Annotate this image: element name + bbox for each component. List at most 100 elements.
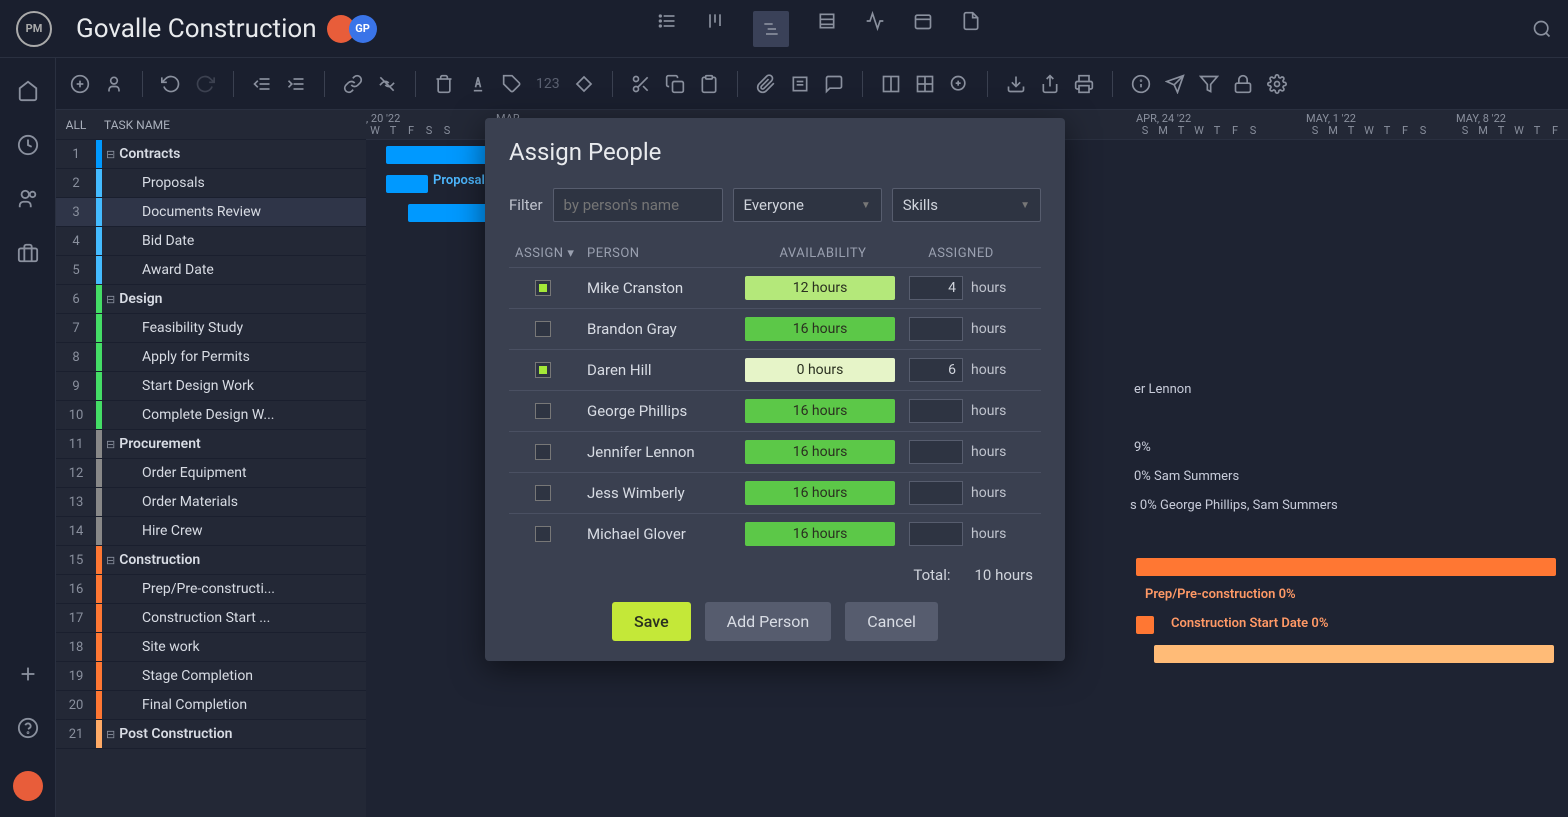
columns-icon[interactable] <box>881 74 901 94</box>
task-row[interactable]: 5 Award Date <box>56 256 366 285</box>
assign-checkbox[interactable] <box>535 321 551 337</box>
add-circle-icon[interactable] <box>70 74 90 94</box>
avatar-stack[interactable]: GP <box>333 15 377 43</box>
gantt-bar[interactable] <box>386 175 428 193</box>
hours-input[interactable] <box>909 481 963 505</box>
col-all[interactable]: ALL <box>56 118 96 132</box>
print-icon[interactable] <box>1074 74 1094 94</box>
filter-skills-select[interactable]: Skills▼ <box>892 188 1041 222</box>
attachment-icon[interactable] <box>756 74 776 94</box>
comment-icon[interactable] <box>824 74 844 94</box>
assign-checkbox[interactable] <box>535 280 551 296</box>
hours-input[interactable] <box>909 358 963 382</box>
assign-checkbox[interactable] <box>535 362 551 378</box>
link-icon[interactable] <box>343 74 363 94</box>
outdent-icon[interactable] <box>252 74 272 94</box>
assign-checkbox[interactable] <box>535 526 551 542</box>
diamond-icon[interactable] <box>574 74 594 94</box>
team-icon[interactable] <box>17 188 39 210</box>
col-task[interactable]: TASK NAME <box>96 118 170 132</box>
expand-icon[interactable]: ⊟ <box>106 438 115 451</box>
expand-icon[interactable]: ⊟ <box>106 728 115 741</box>
indent-icon[interactable] <box>286 74 306 94</box>
cancel-button[interactable]: Cancel <box>845 602 938 641</box>
unlink-icon[interactable] <box>377 74 397 94</box>
hours-input[interactable] <box>909 440 963 464</box>
task-row[interactable]: 15 ⊟ Construction <box>56 546 366 575</box>
filter-everyone-select[interactable]: Everyone▼ <box>733 188 882 222</box>
clock-icon[interactable] <box>17 134 39 156</box>
add-person-button[interactable]: Add Person <box>705 602 832 641</box>
cut-icon[interactable] <box>631 74 651 94</box>
task-row[interactable]: 3 Documents Review <box>56 198 366 227</box>
undo-icon[interactable] <box>161 74 181 94</box>
user-avatar[interactable] <box>13 771 43 801</box>
gantt-bar[interactable] <box>1136 558 1556 576</box>
hours-input[interactable] <box>909 276 963 300</box>
task-row[interactable]: 18 Site work <box>56 633 366 662</box>
expand-icon[interactable]: ⊟ <box>106 293 115 306</box>
lock-icon[interactable] <box>1233 74 1253 94</box>
task-list-body[interactable]: 1 ⊟ Contracts2 Proposals3 Documents Revi… <box>56 140 366 817</box>
expand-icon[interactable]: ⊟ <box>106 554 115 567</box>
paste-icon[interactable] <box>699 74 719 94</box>
gantt-bar[interactable] <box>1136 616 1154 634</box>
task-row[interactable]: 19 Stage Completion <box>56 662 366 691</box>
gantt-icon[interactable] <box>753 11 789 47</box>
task-row[interactable]: 7 Feasibility Study <box>56 314 366 343</box>
task-row[interactable]: 16 Prep/Pre-constructi... <box>56 575 366 604</box>
save-button[interactable]: Save <box>612 602 691 641</box>
help-icon[interactable] <box>17 717 39 739</box>
list-icon[interactable] <box>657 11 677 31</box>
task-row[interactable]: 21 ⊟ Post Construction <box>56 720 366 749</box>
assign-checkbox[interactable] <box>535 403 551 419</box>
briefcase-icon[interactable] <box>17 242 39 264</box>
task-row[interactable]: 13 Order Materials <box>56 488 366 517</box>
task-row[interactable]: 14 Hire Crew <box>56 517 366 546</box>
filter-input[interactable] <box>553 188 723 222</box>
expand-icon[interactable]: ⊟ <box>106 148 115 161</box>
settings-icon[interactable] <box>1267 74 1287 94</box>
task-row[interactable]: 11 ⊟ Procurement <box>56 430 366 459</box>
board-icon[interactable] <box>705 11 725 31</box>
task-row[interactable]: 10 Complete Design W... <box>56 401 366 430</box>
home-icon[interactable] <box>17 80 39 102</box>
task-row[interactable]: 8 Apply for Permits <box>56 343 366 372</box>
filter-icon[interactable] <box>1199 74 1219 94</box>
task-row[interactable]: 17 Construction Start ... <box>56 604 366 633</box>
note-icon[interactable] <box>790 74 810 94</box>
sheet-icon[interactable] <box>817 11 837 31</box>
avatar[interactable]: GP <box>349 15 377 43</box>
assign-checkbox[interactable] <box>535 444 551 460</box>
activity-icon[interactable] <box>865 11 885 31</box>
redo-icon[interactable] <box>195 74 215 94</box>
add-icon[interactable] <box>17 663 39 685</box>
hours-input[interactable] <box>909 522 963 546</box>
send-icon[interactable] <box>1165 74 1185 94</box>
search-icon[interactable] <box>1532 19 1552 39</box>
file-icon[interactable] <box>961 11 981 31</box>
trash-icon[interactable] <box>434 74 454 94</box>
gantt-bar[interactable] <box>1154 645 1554 663</box>
tag-icon[interactable] <box>502 74 522 94</box>
assign-checkbox[interactable] <box>535 485 551 501</box>
hours-input[interactable] <box>909 317 963 341</box>
zoom-icon[interactable] <box>949 74 969 94</box>
grid-icon[interactable] <box>915 74 935 94</box>
person-icon[interactable] <box>104 74 124 94</box>
task-row[interactable]: 9 Start Design Work <box>56 372 366 401</box>
calendar-icon[interactable] <box>913 11 933 31</box>
task-row[interactable]: 2 Proposals <box>56 169 366 198</box>
col-assign[interactable]: ASSIGN ▾ <box>509 246 587 261</box>
hours-input[interactable] <box>909 399 963 423</box>
logo[interactable]: PM <box>16 11 52 47</box>
task-row[interactable]: 12 Order Equipment <box>56 459 366 488</box>
info-icon[interactable] <box>1131 74 1151 94</box>
text-color-icon[interactable] <box>468 74 488 94</box>
task-row[interactable]: 6 ⊟ Design <box>56 285 366 314</box>
task-row[interactable]: 20 Final Completion <box>56 691 366 720</box>
task-row[interactable]: 1 ⊟ Contracts <box>56 140 366 169</box>
share-icon[interactable] <box>1040 74 1060 94</box>
copy-icon[interactable] <box>665 74 685 94</box>
download-icon[interactable] <box>1006 74 1026 94</box>
